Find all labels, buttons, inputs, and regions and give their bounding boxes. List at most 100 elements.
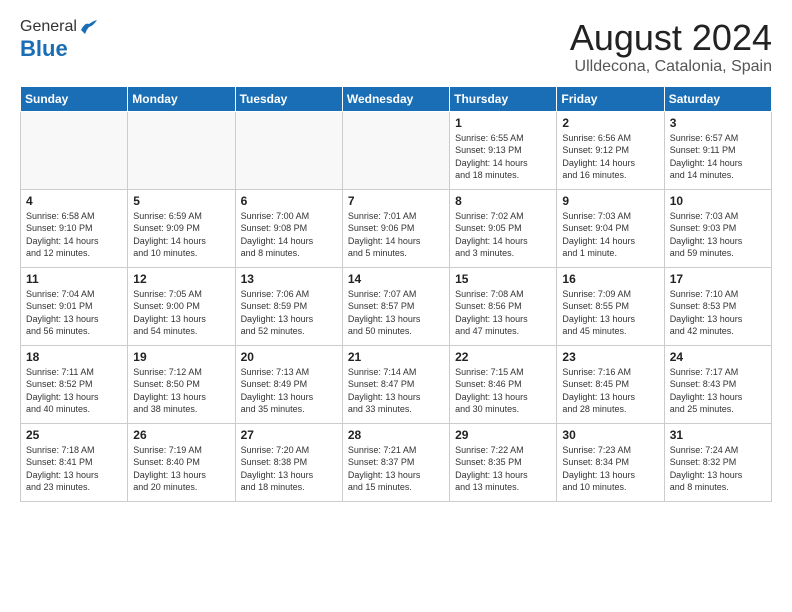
day-cell: 20 Sunrise: 7:13 AM Sunset: 8:49 PM Dayli… xyxy=(235,345,342,423)
day-cell: 25Sunrise: 7:18 AM Sunset: 8:41 PM Dayli… xyxy=(21,423,128,501)
day-info: Sunrise: 6:55 AM Sunset: 9:13 PM Dayligh… xyxy=(455,132,551,182)
day-info: Sunrise: 7:00 AM Sunset: 9:08 PM Dayligh… xyxy=(241,210,337,260)
day-info: Sunrise: 7:22 AM Sunset: 8:35 PM Dayligh… xyxy=(455,444,551,494)
days-header-row: Sunday Monday Tuesday Wednesday Thursday… xyxy=(21,86,772,111)
day-cell: 28 Sunrise: 7:21 AM Sunset: 8:37 PM Dayli… xyxy=(342,423,449,501)
day-info: Sunrise: 7:02 AM Sunset: 9:05 PM Dayligh… xyxy=(455,210,551,260)
col-saturday: Saturday xyxy=(664,86,771,111)
day-cell: 26 Sunrise: 7:19 AM Sunset: 8:40 PM Dayli… xyxy=(128,423,235,501)
day-cell: 30 Sunrise: 7:23 AM Sunset: 8:34 PM Dayli… xyxy=(557,423,664,501)
day-cell: 22Sunrise: 7:15 AM Sunset: 8:46 PM Dayli… xyxy=(450,345,557,423)
day-number: 9 xyxy=(562,194,658,208)
day-info: Sunrise: 6:56 AM Sunset: 9:12 PM Dayligh… xyxy=(562,132,658,182)
week-row-1: 4 Sunrise: 6:58 AM Sunset: 9:10 PM Daylig… xyxy=(21,189,772,267)
month-title: August 2024 xyxy=(570,18,772,58)
day-number: 4 xyxy=(26,194,122,208)
day-number: 12 xyxy=(133,272,229,286)
week-row-4: 25Sunrise: 7:18 AM Sunset: 8:41 PM Dayli… xyxy=(21,423,772,501)
day-number: 22 xyxy=(455,350,551,364)
day-info: Sunrise: 7:23 AM Sunset: 8:34 PM Dayligh… xyxy=(562,444,658,494)
logo-general-text: General xyxy=(20,18,77,36)
logo-blue-text: Blue xyxy=(20,36,68,61)
day-info: Sunrise: 7:21 AM Sunset: 8:37 PM Dayligh… xyxy=(348,444,444,494)
day-cell: 14Sunrise: 7:07 AM Sunset: 8:57 PM Dayli… xyxy=(342,267,449,345)
day-number: 20 xyxy=(241,350,337,364)
title-area: August 2024 Ulldecona, Catalonia, Spain xyxy=(570,18,772,76)
day-number: 19 xyxy=(133,350,229,364)
day-number: 3 xyxy=(670,116,766,130)
day-number: 5 xyxy=(133,194,229,208)
day-number: 31 xyxy=(670,428,766,442)
day-cell xyxy=(128,111,235,189)
day-number: 28 xyxy=(348,428,444,442)
day-info: Sunrise: 7:05 AM Sunset: 9:00 PM Dayligh… xyxy=(133,288,229,338)
day-number: 26 xyxy=(133,428,229,442)
day-info: Sunrise: 6:59 AM Sunset: 9:09 PM Dayligh… xyxy=(133,210,229,260)
day-cell: 16 Sunrise: 7:09 AM Sunset: 8:55 PM Dayli… xyxy=(557,267,664,345)
day-cell: 19Sunrise: 7:12 AM Sunset: 8:50 PM Dayli… xyxy=(128,345,235,423)
col-sunday: Sunday xyxy=(21,86,128,111)
day-cell: 8 Sunrise: 7:02 AM Sunset: 9:05 PM Daylig… xyxy=(450,189,557,267)
day-cell: 1 Sunrise: 6:55 AM Sunset: 9:13 PM Daylig… xyxy=(450,111,557,189)
day-info: Sunrise: 7:04 AM Sunset: 9:01 PM Dayligh… xyxy=(26,288,122,338)
day-number: 2 xyxy=(562,116,658,130)
day-cell: 12 Sunrise: 7:05 AM Sunset: 9:00 PM Dayli… xyxy=(128,267,235,345)
day-number: 6 xyxy=(241,194,337,208)
day-info: Sunrise: 7:10 AM Sunset: 8:53 PM Dayligh… xyxy=(670,288,766,338)
day-cell: 29 Sunrise: 7:22 AM Sunset: 8:35 PM Dayli… xyxy=(450,423,557,501)
day-number: 13 xyxy=(241,272,337,286)
page: General Blue August 2024 Ulldecona, Cata… xyxy=(0,0,792,612)
day-number: 24 xyxy=(670,350,766,364)
day-number: 27 xyxy=(241,428,337,442)
day-cell: 7 Sunrise: 7:01 AM Sunset: 9:06 PM Daylig… xyxy=(342,189,449,267)
day-number: 29 xyxy=(455,428,551,442)
day-info: Sunrise: 7:14 AM Sunset: 8:47 PM Dayligh… xyxy=(348,366,444,416)
day-cell: 24Sunrise: 7:17 AM Sunset: 8:43 PM Dayli… xyxy=(664,345,771,423)
day-info: Sunrise: 6:58 AM Sunset: 9:10 PM Dayligh… xyxy=(26,210,122,260)
day-number: 17 xyxy=(670,272,766,286)
day-info: Sunrise: 7:09 AM Sunset: 8:55 PM Dayligh… xyxy=(562,288,658,338)
day-info: Sunrise: 6:57 AM Sunset: 9:11 PM Dayligh… xyxy=(670,132,766,182)
logo-bird-icon xyxy=(79,20,97,34)
day-info: Sunrise: 7:18 AM Sunset: 8:41 PM Dayligh… xyxy=(26,444,122,494)
col-thursday: Thursday xyxy=(450,86,557,111)
day-cell: 10 Sunrise: 7:03 AM Sunset: 9:03 PM Dayli… xyxy=(664,189,771,267)
day-number: 7 xyxy=(348,194,444,208)
day-cell: 31Sunrise: 7:24 AM Sunset: 8:32 PM Dayli… xyxy=(664,423,771,501)
day-number: 21 xyxy=(348,350,444,364)
header: General Blue August 2024 Ulldecona, Cata… xyxy=(20,18,772,76)
day-cell xyxy=(235,111,342,189)
day-cell: 27 Sunrise: 7:20 AM Sunset: 8:38 PM Dayli… xyxy=(235,423,342,501)
day-info: Sunrise: 7:20 AM Sunset: 8:38 PM Dayligh… xyxy=(241,444,337,494)
day-info: Sunrise: 7:11 AM Sunset: 8:52 PM Dayligh… xyxy=(26,366,122,416)
day-number: 30 xyxy=(562,428,658,442)
day-cell: 15 Sunrise: 7:08 AM Sunset: 8:56 PM Dayli… xyxy=(450,267,557,345)
col-wednesday: Wednesday xyxy=(342,86,449,111)
day-cell: 21 Sunrise: 7:14 AM Sunset: 8:47 PM Dayli… xyxy=(342,345,449,423)
day-cell: 13 Sunrise: 7:06 AM Sunset: 8:59 PM Dayli… xyxy=(235,267,342,345)
day-cell: 18 Sunrise: 7:11 AM Sunset: 8:52 PM Dayli… xyxy=(21,345,128,423)
day-cell xyxy=(342,111,449,189)
week-row-2: 11 Sunrise: 7:04 AM Sunset: 9:01 PM Dayli… xyxy=(21,267,772,345)
day-info: Sunrise: 7:13 AM Sunset: 8:49 PM Dayligh… xyxy=(241,366,337,416)
calendar-table: Sunday Monday Tuesday Wednesday Thursday… xyxy=(20,86,772,502)
day-number: 8 xyxy=(455,194,551,208)
day-number: 11 xyxy=(26,272,122,286)
day-info: Sunrise: 7:08 AM Sunset: 8:56 PM Dayligh… xyxy=(455,288,551,338)
week-row-3: 18 Sunrise: 7:11 AM Sunset: 8:52 PM Dayli… xyxy=(21,345,772,423)
day-info: Sunrise: 7:03 AM Sunset: 9:03 PM Dayligh… xyxy=(670,210,766,260)
day-number: 16 xyxy=(562,272,658,286)
day-info: Sunrise: 7:01 AM Sunset: 9:06 PM Dayligh… xyxy=(348,210,444,260)
col-tuesday: Tuesday xyxy=(235,86,342,111)
day-number: 10 xyxy=(670,194,766,208)
day-number: 15 xyxy=(455,272,551,286)
day-number: 1 xyxy=(455,116,551,130)
day-cell: 11 Sunrise: 7:04 AM Sunset: 9:01 PM Dayli… xyxy=(21,267,128,345)
day-info: Sunrise: 7:16 AM Sunset: 8:45 PM Dayligh… xyxy=(562,366,658,416)
day-number: 18 xyxy=(26,350,122,364)
day-info: Sunrise: 7:19 AM Sunset: 8:40 PM Dayligh… xyxy=(133,444,229,494)
day-cell: 17 Sunrise: 7:10 AM Sunset: 8:53 PM Dayli… xyxy=(664,267,771,345)
day-info: Sunrise: 7:03 AM Sunset: 9:04 PM Dayligh… xyxy=(562,210,658,260)
day-info: Sunrise: 7:06 AM Sunset: 8:59 PM Dayligh… xyxy=(241,288,337,338)
logo: General Blue xyxy=(20,18,97,62)
